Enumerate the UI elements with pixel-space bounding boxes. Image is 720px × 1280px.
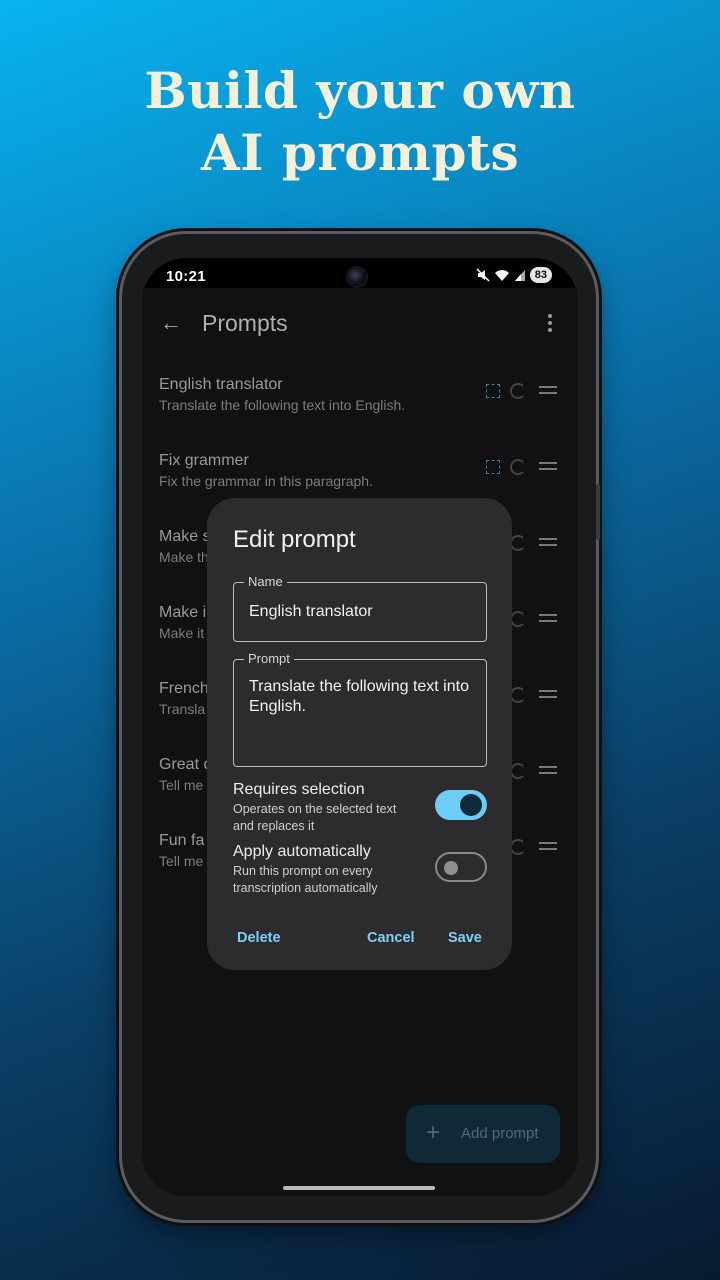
plus-icon: +	[426, 1119, 441, 1146]
prompt-field-value: Translate the following text into Englis…	[249, 678, 469, 715]
apply-automatically-title: Apply automatically	[233, 843, 371, 860]
delete-button[interactable]: Delete	[237, 930, 281, 946]
auto-apply-icon	[510, 535, 526, 551]
apply-automatically-row[interactable]: Apply automatically Run this prompt on e…	[233, 843, 487, 895]
app-top-bar: ← Prompts	[142, 298, 578, 348]
headline: Build your own AI prompts	[0, 60, 720, 184]
drag-handle-icon[interactable]	[539, 690, 557, 702]
drag-handle-icon[interactable]	[539, 842, 557, 854]
status-time: 10:21	[166, 268, 206, 285]
prompt-subtitle: Translate the following text into Englis…	[159, 397, 406, 413]
edit-prompt-dialog: Edit prompt Name English translator Prom…	[207, 498, 512, 970]
save-button[interactable]: Save	[448, 930, 482, 946]
auto-apply-icon	[510, 383, 526, 399]
headline-line-2: AI prompts	[200, 123, 520, 182]
drag-handle-icon[interactable]	[539, 766, 557, 778]
battery-level: 83	[534, 269, 547, 281]
cancel-button[interactable]: Cancel	[367, 930, 415, 946]
apply-automatically-switch[interactable]	[435, 852, 487, 882]
add-prompt-label: Add prompt	[461, 1125, 539, 1142]
prompt-title: Fix grammer	[159, 452, 249, 469]
name-field[interactable]: Name English translator	[233, 574, 487, 642]
auto-apply-icon	[510, 611, 526, 627]
back-arrow-icon[interactable]: ←	[160, 310, 182, 336]
selection-required-icon	[486, 460, 500, 474]
battery-icon: 83	[529, 267, 552, 283]
page-title: Prompts	[202, 310, 288, 336]
prompt-subtitle: Transla	[159, 701, 206, 717]
power-button	[596, 484, 600, 540]
prompt-subtitle: Tell me	[159, 777, 204, 793]
apply-automatically-description: Run this prompt on every transcription a…	[233, 864, 378, 895]
switch-knob	[460, 794, 482, 816]
prompt-title: English translator	[159, 376, 283, 393]
auto-apply-icon	[510, 839, 526, 855]
requires-selection-title: Requires selection	[233, 781, 365, 798]
prompt-subtitle: Fix the grammar in this paragraph.	[159, 473, 373, 489]
headline-line-1: Build your own	[144, 61, 576, 120]
requires-selection-description: Operates on the selected text and replac…	[233, 802, 397, 833]
prompt-title: Great c	[159, 756, 212, 773]
auto-apply-icon	[510, 687, 526, 703]
drag-handle-icon[interactable]	[539, 386, 557, 398]
prompt-title: French	[159, 680, 209, 697]
prompt-field[interactable]: Prompt Translate the following text into…	[233, 651, 487, 767]
prompt-field-label: Prompt	[244, 651, 294, 666]
auto-apply-icon	[510, 763, 526, 779]
gesture-nav-handle[interactable]	[283, 1186, 435, 1190]
mute-icon	[476, 268, 490, 282]
prompt-subtitle: Tell me	[159, 853, 204, 869]
add-prompt-button[interactable]: + Add prompt	[406, 1105, 560, 1163]
requires-selection-switch[interactable]	[435, 790, 487, 820]
drag-handle-icon[interactable]	[539, 614, 557, 626]
requires-selection-row[interactable]: Requires selection Operates on the selec…	[233, 781, 487, 833]
more-options-icon[interactable]	[548, 314, 552, 335]
dialog-title: Edit prompt	[233, 526, 356, 553]
selection-required-icon	[486, 384, 500, 398]
prompt-subtitle: Make th	[159, 549, 209, 565]
status-bar: 10:21 83	[142, 258, 578, 292]
name-field-label: Name	[244, 574, 287, 589]
prompt-title: Fun fa	[159, 832, 205, 849]
wifi-icon	[494, 270, 509, 281]
front-camera	[348, 268, 366, 286]
switch-knob	[444, 861, 458, 875]
signal-icon	[514, 270, 525, 281]
prompt-title: Make s	[159, 528, 211, 545]
auto-apply-icon	[510, 459, 526, 475]
prompt-subtitle: Make it	[159, 625, 205, 641]
status-icons: 83	[476, 267, 552, 283]
drag-handle-icon[interactable]	[539, 462, 557, 474]
prompt-list-item[interactable]: English translator Translate the followin…	[142, 376, 578, 452]
name-field-value: English translator	[249, 603, 373, 620]
drag-handle-icon[interactable]	[539, 538, 557, 550]
prompt-title: Make i	[159, 604, 207, 621]
